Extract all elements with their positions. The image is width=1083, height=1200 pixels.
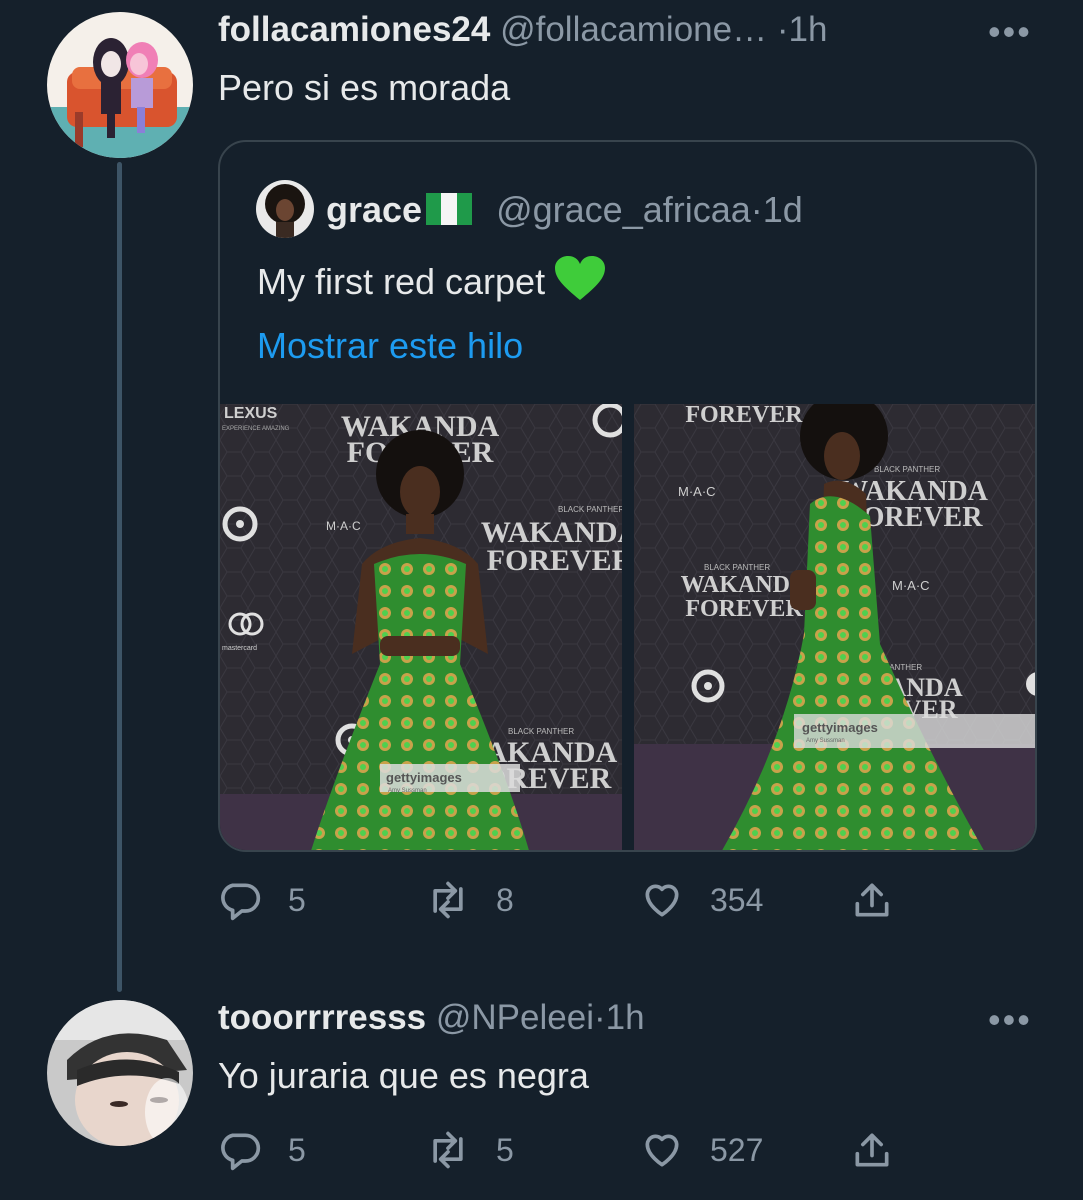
quote-time[interactable]: 1d: [763, 189, 803, 230]
reply-count: 5: [288, 1131, 306, 1168]
tweet-1-header: follacamiones24 @follacamione… ·1h: [218, 10, 827, 50]
quote-header: grace @grace_africaa·1d: [326, 190, 803, 230]
nigeria-flag-icon: [426, 193, 473, 225]
tweet-1-handle[interactable]: @follacamione…: [500, 10, 767, 49]
svg-text:mastercard: mastercard: [222, 645, 257, 652]
share-icon: [855, 883, 889, 917]
share-button[interactable]: [850, 878, 894, 922]
quote-text-line: My first red carpet: [257, 256, 606, 304]
retweet-count: 8: [496, 881, 514, 918]
avatar-follacamiones24[interactable]: [47, 12, 193, 158]
svg-text:FOREVER: FOREVER: [685, 596, 803, 622]
svg-text:BLACK PANTHER: BLACK PANTHER: [558, 505, 622, 514]
svg-text:FOREVER: FOREVER: [487, 544, 622, 577]
share-button[interactable]: [850, 1128, 894, 1172]
tweet-1-time[interactable]: 1h: [789, 10, 828, 49]
reply-button[interactable]: 5: [218, 878, 306, 922]
svg-text:M·A·C: M·A·C: [326, 519, 361, 533]
avatar-grace[interactable]: [256, 180, 314, 238]
quote-separator: ·: [750, 189, 763, 230]
tweet-2-handle[interactable]: @NPeleei: [436, 998, 594, 1037]
share-icon: [855, 1133, 889, 1167]
tweet-2-text: Yo juraria que es negra: [218, 1055, 589, 1096]
photo-2-credit: Amy Sussman: [806, 738, 845, 744]
svg-text:BLACK PANTHER: BLACK PANTHER: [508, 727, 574, 736]
more-icon[interactable]: •••: [988, 1002, 1032, 1038]
photo-1-credit: Amy Sussman: [388, 788, 427, 794]
thread-connector-line: [117, 162, 122, 992]
retweet-icon: [433, 881, 463, 919]
reply-button[interactable]: 5: [218, 1128, 306, 1172]
retweet-count: 5: [496, 1131, 514, 1168]
retweet-icon: [433, 1131, 463, 1169]
quote-display-name[interactable]: grace: [326, 189, 422, 230]
avatar-tooorrrresss[interactable]: [47, 1000, 193, 1146]
retweet-button[interactable]: 5: [426, 1128, 514, 1172]
show-thread-link[interactable]: Mostrar este hilo: [257, 325, 523, 367]
heart-icon: [645, 1134, 679, 1167]
tweet-2-header: tooorrrresss @NPeleei·1h: [218, 998, 645, 1038]
reply-icon: [221, 883, 261, 921]
quoted-tweet-card[interactable]: grace @grace_africaa·1d My first red car…: [218, 140, 1037, 852]
reply-icon: [221, 1133, 261, 1171]
photo-2-watermark: gettyimages: [802, 720, 878, 735]
more-icon[interactable]: •••: [988, 14, 1032, 50]
svg-text:BLACK PANTHER: BLACK PANTHER: [704, 563, 770, 572]
quote-handle[interactable]: @grace_africaa: [496, 189, 751, 230]
svg-text:FOREVER: FOREVER: [685, 404, 803, 428]
green-heart-icon: [555, 256, 606, 302]
heart-icon: [645, 884, 679, 917]
quote-photo-1[interactable]: WAKANDA FOREVER WAKANDA FOREVER WAKANDA …: [220, 404, 622, 850]
svg-text:EXPERIENCE AMAZING: EXPERIENCE AMAZING: [222, 426, 290, 432]
retweet-button[interactable]: 8: [426, 878, 514, 922]
tweet-1-actions: 5 8 354: [218, 878, 918, 922]
svg-text:M·A·C: M·A·C: [892, 578, 930, 593]
like-count: 354: [710, 881, 764, 918]
photo-1-watermark: gettyimages: [386, 770, 462, 785]
svg-text:LEXUS: LEXUS: [224, 405, 278, 422]
tweet-1-text: Pero si es morada: [218, 67, 511, 108]
svg-text:BLACK PANTHER: BLACK PANTHER: [874, 465, 940, 474]
reply-count: 5: [288, 881, 306, 918]
like-button[interactable]: 527: [640, 1128, 763, 1172]
tweet-1-display-name[interactable]: follacamiones24: [218, 10, 490, 49]
tweet-2-time[interactable]: 1h: [606, 998, 645, 1037]
quote-photo-2[interactable]: FOREVER WAKANDA FOREVER WAKANDA FOREVER …: [634, 404, 1035, 850]
tweet-2-separator: ·: [593, 998, 606, 1037]
tweet-2-display-name[interactable]: tooorrrresss: [218, 998, 426, 1037]
like-button[interactable]: 354: [640, 878, 763, 922]
svg-text:WAKANDA: WAKANDA: [681, 572, 808, 598]
svg-text:M·A·C: M·A·C: [678, 484, 716, 499]
tweet-2-actions: 5 5 527: [218, 1128, 918, 1172]
tweet-1-separator: ·: [776, 10, 789, 49]
quote-text: My first red carpet: [257, 261, 546, 302]
like-count: 527: [710, 1131, 764, 1168]
